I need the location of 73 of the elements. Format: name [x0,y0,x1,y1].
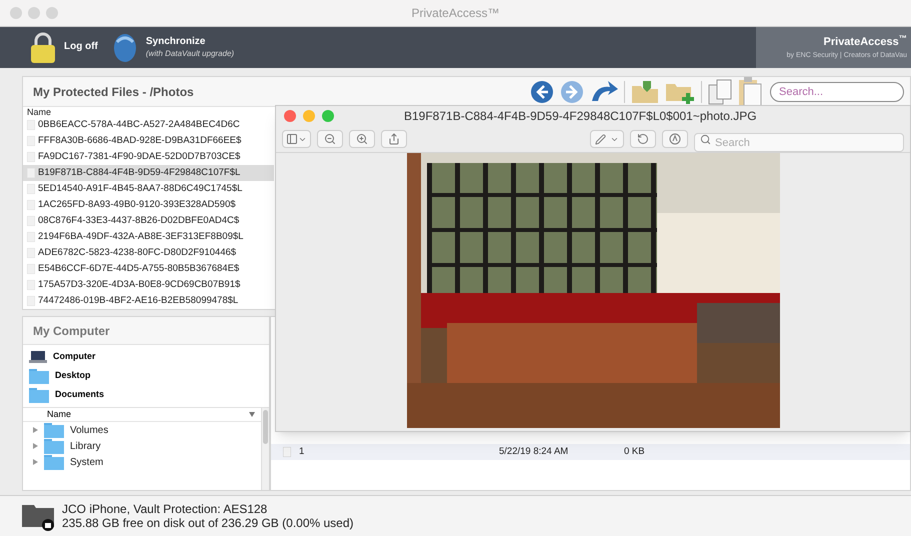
file-name: 0BB6EACC-578A-44BC-A527-2A484BEC4D6C [38,118,240,132]
pen-icon [595,134,606,144]
file-name: E54B6CCF-6D7E-44D5-A755-80B5B367684E$ [38,262,240,276]
search-icon [700,134,711,144]
zoom-button[interactable] [322,110,334,122]
minimize-button[interactable] [303,110,315,122]
column-header: Name [47,408,72,421]
file-name: 175A57D3-320E-4D3A-B0E8-9CD69CB07B91$ [38,278,240,292]
share-icon [388,133,400,145]
column-header: Name [26,107,52,117]
file-row[interactable]: B19F871B-C884-4F4B-9D59-4F29848C107F$L [23,165,274,181]
file-name: B19F871B-C884-4F4B-9D59-4F29848C107F$L [38,166,240,180]
forward-icon[interactable] [560,80,584,104]
folder-icon [44,438,64,454]
disclosure-triangle[interactable] [33,443,38,449]
table-cell-text: 1 [299,444,306,459]
zoom-in-icon [356,133,368,145]
markup-pen-button[interactable] [590,130,624,148]
folder-icon [44,422,64,438]
log-off-button[interactable]: Log off [30,32,98,64]
sort-icon[interactable] [249,412,255,417]
panel-title: My Computer [33,322,110,340]
zoom-in-button[interactable] [349,130,375,148]
table-cell-text: 0 KB [624,444,645,459]
file-name: FFF8A30B-6686-4BAD-928E-D9BA31DF66EE$ [38,134,242,148]
search-field[interactable]: Search... [770,82,904,102]
file-name: 1AC265FD-8A93-49B0-9120-393E328AD590$ [38,198,236,212]
synchronize-button[interactable]: Synchronize (with DataVault upgrade) [112,32,234,64]
tree-item[interactable]: Volumes [70,422,108,438]
markup-icon [669,133,681,145]
sync-icon [112,32,138,64]
close-button[interactable] [284,110,296,122]
laptop-icon [29,351,47,363]
place-item[interactable]: Computer [53,350,96,364]
copy-icon[interactable] [708,78,732,104]
tree-item[interactable]: System [70,454,104,470]
vault-info: JCO iPhone, Vault Protection: AES128 [62,502,268,516]
file-name: 2194F6BA-49DF-432A-AB8E-3EF313EF8B09$L [38,230,244,244]
folder-icon [29,388,49,402]
search-field[interactable]: Search [694,133,904,152]
file-icon [283,447,291,457]
curved-arrow-icon[interactable] [590,80,618,102]
table-cell-text: 5/22/19 8:24 AM [499,444,570,459]
file-name: FA9DC167-7381-4F90-9DAE-52D0D7B703CE$ [38,150,240,164]
window-title: B19F871B-C884-4F4B-9D59-4F29848C107F$L0$001~photo.JPG [404,108,757,125]
panel-title: My Protected Files - /Photos [33,84,194,100]
rotate-icon [637,133,649,145]
place-item[interactable]: Desktop [55,369,91,383]
disk-info: 235.88 GB free on disk out of 236.29 GB (0.00% used) [62,516,354,530]
file-name: 08C876F4-33E3-4437-8B26-D02DBFE0AD4C$ [38,214,240,228]
disclosure-triangle[interactable] [33,459,38,465]
sidebar-icon [286,133,298,145]
back-icon[interactable] [530,80,554,104]
share-button[interactable] [381,130,407,148]
brand-name: PrivateAccess$^{™}$ [824,34,907,50]
window-title: PrivateAccess™ [411,5,500,22]
file-name: ADE6782C-5823-4238-80FC-D80D2F910446$ [38,246,236,260]
rotate-button[interactable] [630,130,656,148]
padlock-icon [30,32,56,64]
zoom-out-button[interactable] [317,130,343,148]
tree-item[interactable]: Library [70,438,101,454]
sidebar-button[interactable] [282,130,311,148]
folder-icon [44,454,64,470]
disclosure-triangle[interactable] [33,427,38,433]
clipboard-icon[interactable] [738,76,762,106]
scrollbar[interactable] [261,408,269,490]
zoom-out-icon [324,133,336,145]
folder-icon [29,368,49,384]
file-name: 74472486-019B-4BF2-AE16-B2EB58099478$L [38,294,238,308]
place-item[interactable]: Documents [55,388,104,402]
markup-button[interactable] [662,130,688,148]
folder-arrow-icon[interactable] [631,80,659,104]
file-name: 5ED14540-A91F-4B45-8AA7-88D6C49C1745$L [38,182,242,196]
